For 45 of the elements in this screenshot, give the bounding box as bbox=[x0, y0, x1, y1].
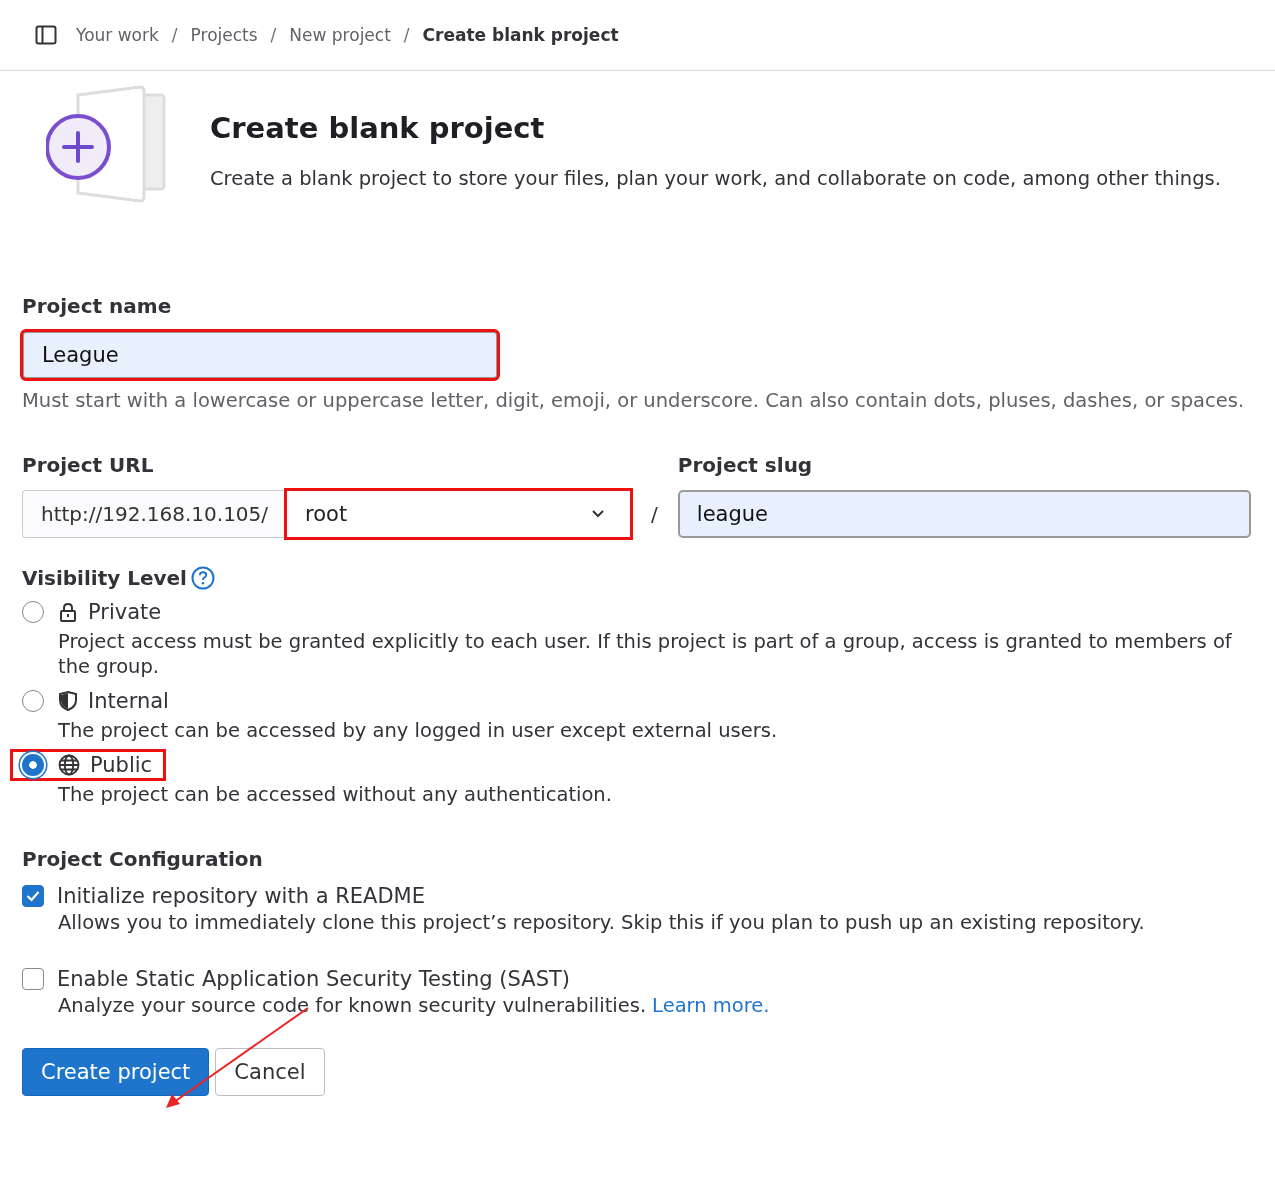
option-description: The project can be accessed without any authentication. bbox=[58, 782, 613, 807]
help-text: Must start with a lowercase or uppercase letter, digit, emoji, or underscore. Can also contain dots, pluses, dashes, or spaces. bbox=[22, 388, 1246, 414]
option-description: The project can be accessed by any logged in user except external users. bbox=[58, 718, 779, 743]
radio-button[interactable] bbox=[22, 754, 44, 776]
url-prefix: http://192.168.10.105/ bbox=[22, 490, 287, 538]
breadcrumb-separator: / bbox=[171, 25, 178, 45]
section-heading: Project Configuration bbox=[22, 847, 264, 871]
radio-button[interactable] bbox=[22, 601, 44, 623]
checkbox[interactable] bbox=[22, 968, 44, 990]
breadcrumb-separator: / bbox=[270, 25, 277, 45]
breadcrumb-link[interactable]: Your work bbox=[76, 25, 159, 45]
field-label: Project URL bbox=[22, 453, 155, 477]
form-button[interactable]: Create project bbox=[22, 1048, 210, 1096]
project-name-field[interactable]: League bbox=[22, 331, 498, 379]
field-label: Project slug bbox=[677, 453, 814, 477]
page-description: Create a blank project to store your files, plan your work, and collaborate on code, among other things. bbox=[210, 166, 1221, 192]
checkbox[interactable] bbox=[22, 885, 44, 907]
page-title: Create blank project bbox=[210, 111, 546, 145]
radio-label[interactable]: Private bbox=[88, 600, 162, 624]
project-slug-field[interactable]: league bbox=[677, 490, 1251, 538]
globe-icon bbox=[58, 754, 80, 776]
lock-icon bbox=[58, 602, 78, 622]
option-description: Allows you to immediately clone this project’s repository. Skip this if you plan to push up an existing repository. bbox=[58, 911, 1145, 934]
path-separator: / bbox=[650, 501, 659, 528]
option-description: Analyze your source code for known security vulnerabilities. bbox=[58, 994, 647, 1017]
breadcrumb-link[interactable]: New project bbox=[289, 25, 391, 45]
option-description: Project access must be granted explicitly to each user. If this project is part of a group, access is granted to members of the group. bbox=[58, 629, 1233, 679]
namespace-dropdown[interactable]: root bbox=[286, 490, 632, 538]
breadcrumb-separator: / bbox=[403, 25, 410, 45]
field-label: Visibility Level bbox=[22, 566, 187, 590]
radio-label[interactable]: Public bbox=[90, 753, 153, 777]
chevron-down-icon bbox=[591, 509, 606, 519]
breadcrumb-link[interactable]: Create blank project bbox=[422, 25, 619, 45]
checkbox-label[interactable]: Enable Static Application Security Testing (SAST) bbox=[57, 967, 570, 991]
learn-more-link[interactable]: Learn more. bbox=[652, 994, 770, 1017]
radio-label[interactable]: Internal bbox=[88, 689, 169, 713]
help-icon[interactable] bbox=[190, 566, 215, 590]
field-label: Project name bbox=[22, 294, 173, 318]
checkbox-label[interactable]: Initialize repository with a README bbox=[57, 884, 425, 908]
form-button[interactable]: Cancel bbox=[215, 1048, 325, 1096]
shield-icon bbox=[58, 690, 78, 712]
breadcrumb-link[interactable]: Projects bbox=[190, 25, 258, 45]
radio-button[interactable] bbox=[22, 690, 44, 712]
check-icon bbox=[26, 890, 40, 902]
sidebar-toggle-icon[interactable] bbox=[35, 25, 57, 45]
